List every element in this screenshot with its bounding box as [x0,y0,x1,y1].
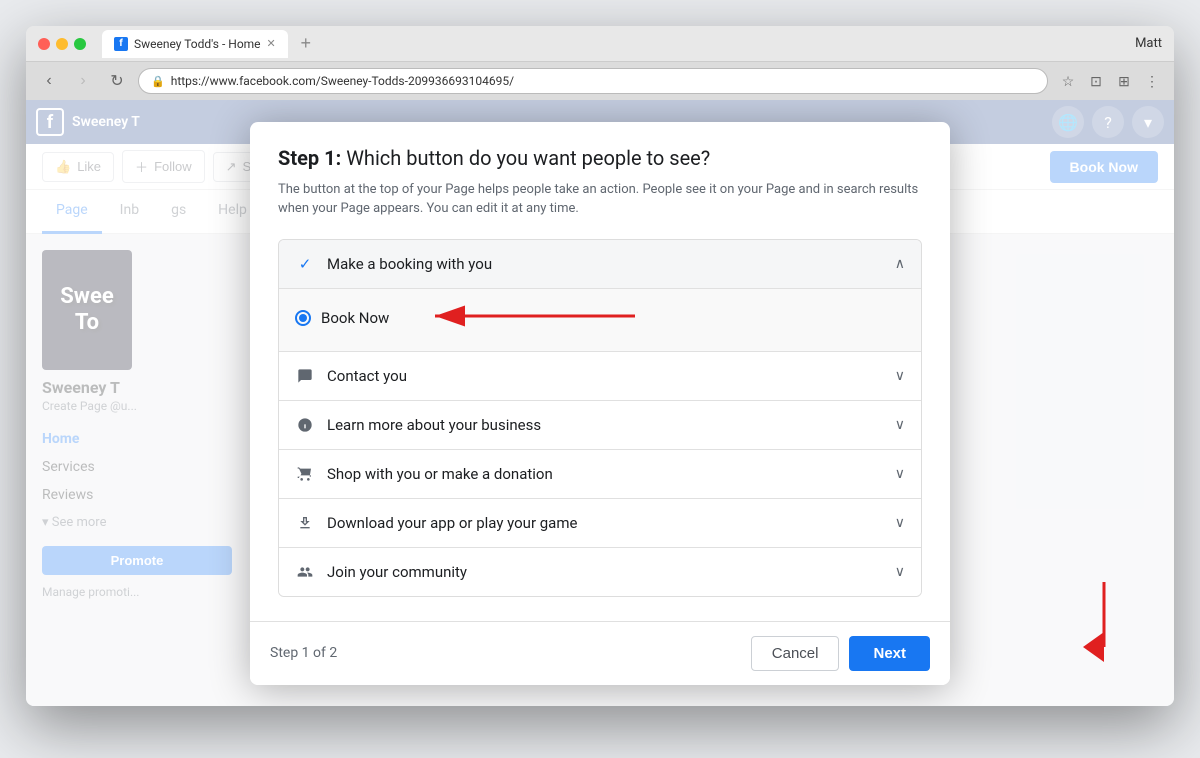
maximize-button[interactable] [74,38,86,50]
chat-icon [295,366,315,386]
browser-tab[interactable]: f Sweeney Todd's - Home ✕ [102,30,288,58]
option-label-community: Join your community [327,563,895,581]
option-label-learn: Learn more about your business [327,416,895,434]
check-icon: ✓ [295,254,315,274]
option-label-contact: Contact you [327,367,895,385]
menu-icon[interactable]: ⋮ [1140,69,1164,93]
option-header-shop[interactable]: Shop with you or make a donation ∨ [279,450,921,498]
options-list: ✓ Make a booking with you ∧ Book Now [278,239,922,597]
forward-button[interactable]: › [70,68,96,94]
cast-icon[interactable]: ⊡ [1084,69,1108,93]
info-icon [295,415,315,435]
footer-buttons: Cancel Next [751,636,930,671]
step-question: Which button do you want people to see? [346,146,710,170]
bookmark-icon[interactable]: ☆ [1056,69,1080,93]
step-indicator: Step 1 of 2 [270,645,337,661]
people-icon [295,562,315,582]
chevron-up-icon: ∧ [895,256,905,272]
new-tab-button[interactable]: + [294,32,318,56]
tab-title: Sweeney Todd's - Home [134,37,261,51]
modal-dialog: Step 1: Which button do you want people … [250,122,950,685]
user-name: Matt [1135,36,1162,51]
addressbar: ‹ › ↻ 🔒 https://www.facebook.com/Sweeney… [26,62,1174,100]
step-label: Step 1: [278,146,341,170]
modal-body: Step 1: Which button do you want people … [250,122,950,621]
refresh-button[interactable]: ↻ [104,68,130,94]
minimize-button[interactable] [56,38,68,50]
option-group-contact: Contact you ∨ [279,352,921,401]
close-button[interactable] [38,38,50,50]
option-header-download[interactable]: Download your app or play your game ∨ [279,499,921,547]
modal-description: The button at the top of your Page helps… [278,180,922,219]
chevron-down-icon-community: ∨ [895,564,905,580]
extensions-icon[interactable]: ⊞ [1112,69,1136,93]
modal-footer: Step 1 of 2 Cancel Next [250,621,950,685]
option-group-make-booking: ✓ Make a booking with you ∧ Book Now [279,240,921,352]
tab-area: f Sweeney Todd's - Home ✕ + [102,30,1127,58]
option-label-download: Download your app or play your game [327,514,895,532]
radio-label-book-now: Book Now [321,309,389,327]
option-header-contact[interactable]: Contact you ∨ [279,352,921,400]
titlebar: f Sweeney Todd's - Home ✕ + Matt [26,26,1174,62]
chevron-down-icon-shop: ∨ [895,466,905,482]
download-icon [295,513,315,533]
traffic-lights [38,38,86,50]
next-button[interactable]: Next [849,636,930,671]
tab-close-button[interactable]: ✕ [267,37,276,50]
option-label-make-booking: Make a booking with you [327,255,895,273]
back-button[interactable]: ‹ [36,68,62,94]
option-header-make-booking[interactable]: ✓ Make a booking with you ∧ [279,240,921,288]
option-group-shop: Shop with you or make a donation ∨ [279,450,921,499]
sub-options-container: Book Now [295,301,905,335]
option-group-community: Join your community ∨ [279,548,921,596]
chevron-down-icon-download: ∨ [895,515,905,531]
chevron-down-icon-contact: ∨ [895,368,905,384]
option-group-learn: Learn more about your business ∨ [279,401,921,450]
option-header-community[interactable]: Join your community ∨ [279,548,921,596]
radio-option-book-now[interactable]: Book Now [295,301,905,335]
secure-icon: 🔒 [151,75,165,88]
option-group-download: Download your app or play your game ∨ [279,499,921,548]
modal-overlay: Step 1: Which button do you want people … [26,100,1174,706]
addressbar-actions: ☆ ⊡ ⊞ ⋮ [1056,69,1164,93]
option-label-shop: Shop with you or make a donation [327,465,895,483]
modal-title: Step 1: Which button do you want people … [278,146,922,170]
cancel-button[interactable]: Cancel [751,636,840,671]
url-bar[interactable]: 🔒 https://www.facebook.com/Sweeney-Todds… [138,68,1048,94]
chevron-down-icon-learn: ∨ [895,417,905,433]
option-header-learn[interactable]: Learn more about your business ∨ [279,401,921,449]
facebook-page: f Sweeney T 🌐 ? ▾ 👍 Like ＋ Follow ↗ Shar… [26,100,1174,706]
expanded-content-booking: Book Now [279,288,921,351]
shop-icon [295,464,315,484]
radio-dot-book-now [295,310,311,326]
url-text: https://www.facebook.com/Sweeney-Todds-2… [171,74,514,88]
favicon: f [114,37,128,51]
